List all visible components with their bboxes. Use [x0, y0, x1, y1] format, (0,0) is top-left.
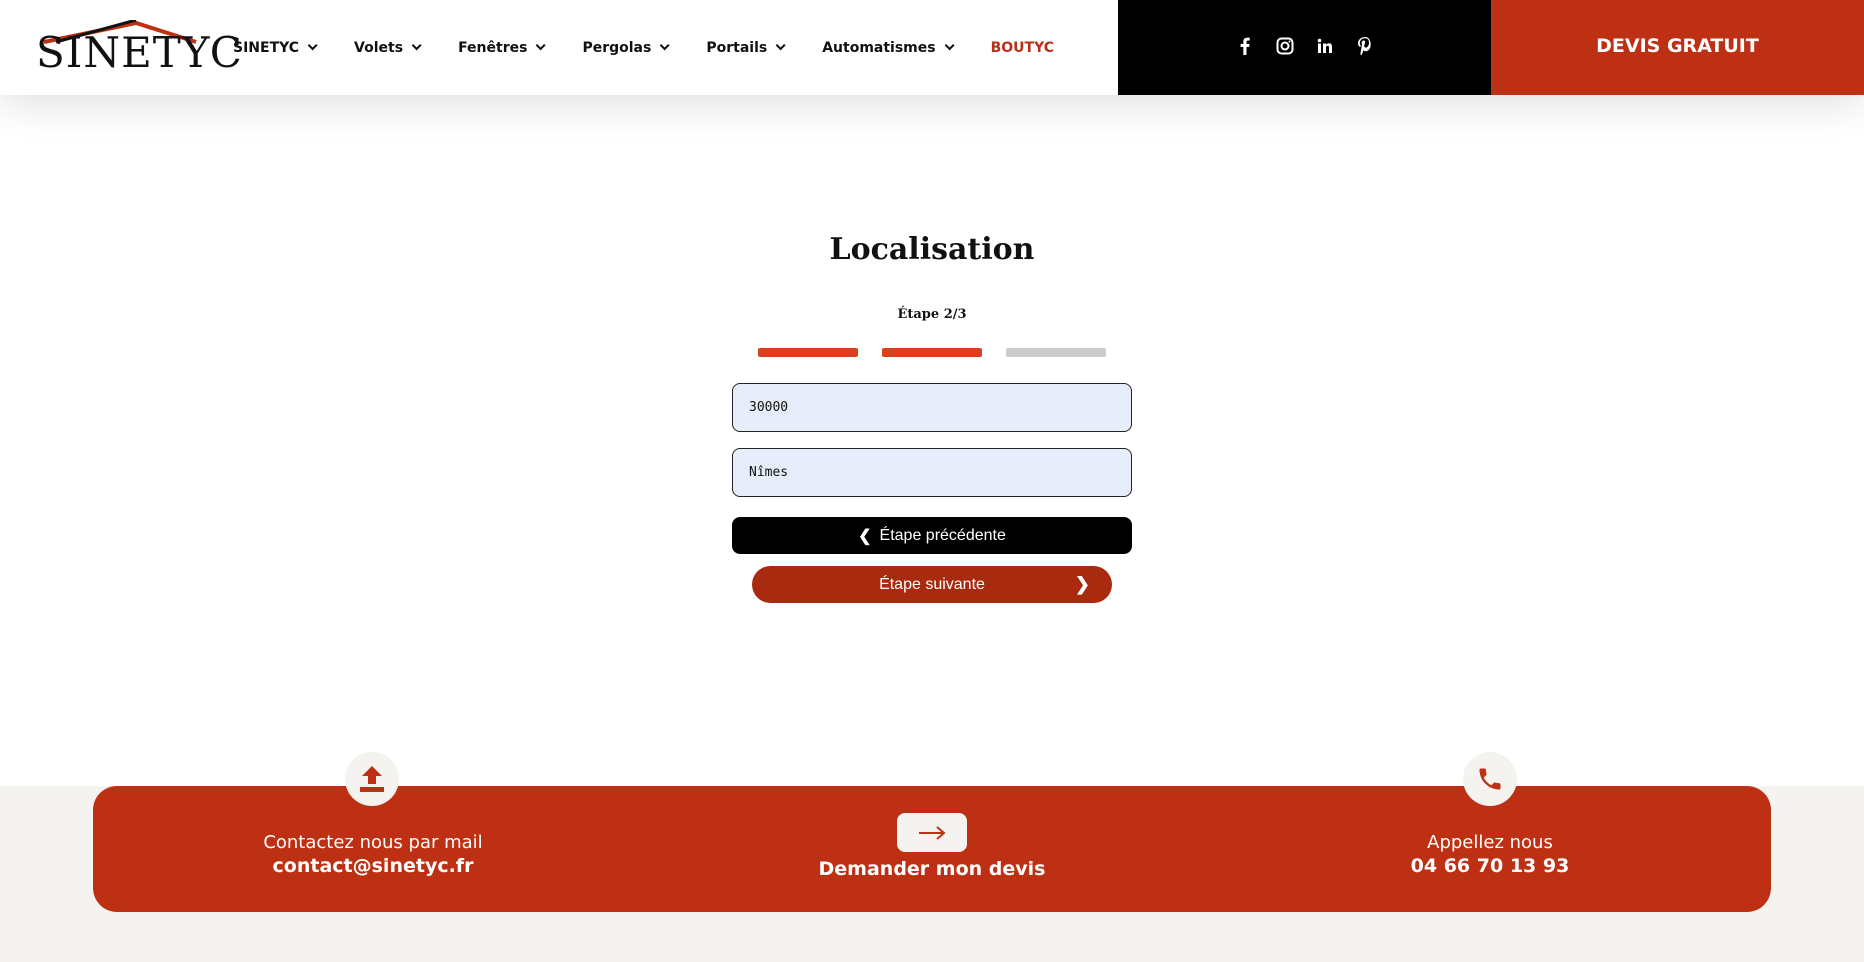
- progress-step-2: [882, 348, 982, 357]
- nav-label: BOUTYC: [990, 39, 1054, 56]
- previous-step-label: Étape précédente: [879, 526, 1006, 544]
- city-input[interactable]: Nîmes: [732, 448, 1132, 497]
- step-progress: [758, 348, 1106, 357]
- pinterest-icon[interactable]: [1354, 35, 1376, 57]
- nav-label: Volets: [354, 39, 404, 56]
- step-label: Étape 2/3: [897, 307, 967, 322]
- chevron-down-icon: [307, 40, 318, 51]
- nav-item-portails[interactable]: Portails: [706, 39, 786, 56]
- nav-item-pergolas[interactable]: Pergolas: [582, 39, 670, 56]
- next-step-label: Étape suivante: [879, 575, 985, 593]
- chevron-down-icon: [660, 40, 670, 51]
- social-links: [1118, 0, 1491, 95]
- phone-contact[interactable]: Appellez nous 04 66 70 13 93: [1300, 832, 1680, 877]
- chevron-down-icon: [536, 40, 547, 51]
- next-step-button[interactable]: Étape suivante ❯: [752, 566, 1112, 603]
- linkedin-icon[interactable]: [1314, 35, 1336, 57]
- nav-label: Automatismes: [822, 39, 936, 56]
- devis-request-label: Demander mon devis: [818, 858, 1046, 880]
- chevron-down-icon: [411, 40, 422, 51]
- mail-label: Contactez nous par mail: [263, 832, 483, 853]
- nav-item-volets[interactable]: Volets: [354, 39, 422, 56]
- phone-value[interactable]: 04 66 70 13 93: [1300, 855, 1680, 877]
- postal-code-input[interactable]: 30000: [732, 383, 1132, 432]
- page-title: Localisation: [829, 232, 1035, 267]
- nav-label: Pergolas: [582, 39, 652, 56]
- nav-item-boutyc[interactable]: BOUTYC: [991, 40, 1054, 56]
- site-header: SINETYC SINETYC Volets Fenêtres Pergolas…: [0, 0, 1864, 95]
- phone-label: Appellez nous: [1427, 832, 1553, 853]
- nav-item-automatismes[interactable]: Automatismes: [822, 39, 955, 56]
- arrow-right-icon[interactable]: [897, 813, 967, 852]
- nav-label: Fenêtres: [458, 39, 528, 56]
- phone-icon: [1463, 752, 1517, 806]
- logo-text: SINETYC: [36, 28, 243, 77]
- mail-contact[interactable]: Contactez nous par mail contact@sinetyc.…: [183, 832, 563, 877]
- upload-icon: [345, 752, 399, 806]
- devis-request[interactable]: Demander mon devis: [742, 856, 1122, 880]
- mail-value[interactable]: contact@sinetyc.fr: [183, 855, 563, 877]
- previous-step-button[interactable]: ❮ Étape précédente: [732, 517, 1132, 554]
- main-nav: SINETYC Volets Fenêtres Pergolas Portail…: [233, 0, 1094, 95]
- progress-step-1: [758, 348, 858, 357]
- nav-label: Portails: [706, 39, 768, 56]
- progress-step-3: [1006, 348, 1106, 357]
- chevron-left-icon: ❮: [858, 527, 872, 545]
- instagram-icon[interactable]: [1274, 35, 1296, 57]
- nav-item-sinetyc[interactable]: SINETYC: [233, 39, 318, 56]
- nav-label: SINETYC: [233, 39, 300, 56]
- logo[interactable]: SINETYC: [36, 20, 242, 74]
- chevron-down-icon: [944, 40, 955, 51]
- nav-item-fenetres[interactable]: Fenêtres: [458, 39, 547, 56]
- chevron-right-icon: ❯: [1074, 574, 1090, 594]
- facebook-icon[interactable]: [1234, 35, 1256, 57]
- chevron-down-icon: [775, 40, 786, 51]
- devis-gratuit-button[interactable]: DEVIS GRATUIT: [1491, 0, 1864, 95]
